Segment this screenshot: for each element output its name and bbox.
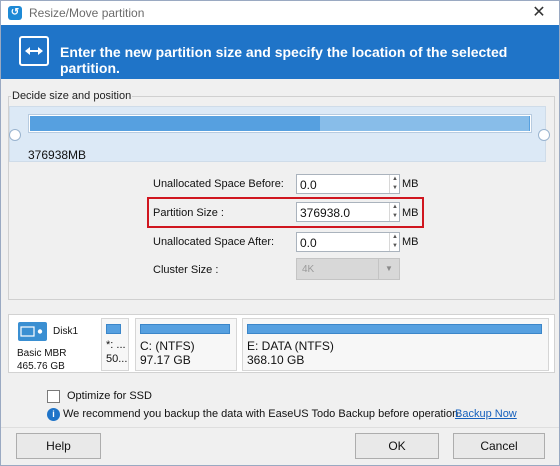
title-bar: ↺ Resize/Move partition ✕: [1, 1, 559, 25]
disk-total-size: 465.76 GB: [17, 361, 65, 372]
help-button[interactable]: Help: [16, 433, 101, 459]
partition-tile-e[interactable]: E: DATA (NTFS) 368.10 GB: [242, 318, 549, 371]
partition-size: 50...: [106, 353, 128, 365]
spin-up-icon[interactable]: ▲: [391, 203, 399, 212]
backup-recommendation-text: We recommend you backup the data with Ea…: [63, 408, 462, 420]
cluster-size-label: Cluster Size :: [153, 264, 219, 276]
banner-text: Enter the new partition size and specify…: [60, 44, 508, 76]
disk-type: Basic MBR: [17, 348, 67, 359]
partition-size: 97.17 GB: [140, 353, 191, 367]
easeus-app-icon: ↺: [8, 6, 22, 20]
right-resize-handle[interactable]: [538, 129, 550, 141]
partition-name: C: (NTFS): [140, 339, 195, 353]
unallocated-after-value: 0.0: [300, 236, 317, 250]
spin-down-icon[interactable]: ▼: [391, 184, 399, 193]
partition-name: E: DATA (NTFS): [247, 339, 334, 353]
spin-down-icon[interactable]: ▼: [391, 212, 399, 221]
spin-up-icon[interactable]: ▲: [391, 233, 399, 242]
resize-arrows-icon: [19, 36, 49, 66]
optimize-ssd-label[interactable]: Optimize for SSD: [67, 390, 152, 402]
partition-size: 368.10 GB: [247, 353, 305, 367]
cluster-size-select[interactable]: 4K ▼: [296, 258, 400, 280]
left-resize-handle[interactable]: [9, 129, 21, 141]
disk-icon: [18, 322, 47, 341]
partition-size-value: 376938.0: [300, 206, 351, 220]
partition-size-field-label: Partition Size :: [153, 207, 224, 219]
ok-button[interactable]: OK: [355, 433, 439, 459]
optimize-ssd-checkbox[interactable]: [47, 390, 60, 403]
unallocated-after-input[interactable]: 0.0 ▲ ▼: [296, 232, 400, 252]
unallocated-before-value: 0.0: [300, 178, 317, 192]
window-title: Resize/Move partition: [29, 6, 145, 20]
unallocated-before-unit: MB: [402, 178, 419, 190]
partition-usage-bar: [140, 324, 230, 334]
partition-name: *: ...: [106, 339, 126, 351]
spin-down-icon[interactable]: ▼: [391, 242, 399, 251]
resize-move-dialog: ↺ Resize/Move partition ✕ Enter the new …: [0, 0, 560, 466]
close-button[interactable]: ✕: [525, 2, 553, 24]
unallocated-before-label: Unallocated Space Before:: [153, 178, 284, 190]
unallocated-after-unit: MB: [402, 236, 419, 248]
backup-now-link[interactable]: Backup Now: [455, 408, 517, 420]
partition-size-input[interactable]: 376938.0 ▲ ▼: [296, 202, 400, 222]
cancel-button[interactable]: Cancel: [453, 433, 545, 459]
disk-name: Disk1: [53, 326, 79, 337]
partition-size-label: 376938MB: [28, 148, 87, 162]
partition-size-spinner[interactable]: ▲ ▼: [389, 203, 399, 221]
partition-usage-bar: [106, 324, 121, 334]
unallocated-after-spinner[interactable]: ▲ ▼: [389, 233, 399, 251]
chevron-down-icon[interactable]: ▼: [378, 259, 399, 279]
partition-tile-system[interactable]: *: ... 50...: [101, 318, 129, 371]
spin-up-icon[interactable]: ▲: [391, 175, 399, 184]
info-icon: i: [47, 408, 60, 421]
unallocated-before-spinner[interactable]: ▲ ▼: [389, 175, 399, 193]
unallocated-after-label: Unallocated Space After:: [153, 236, 275, 248]
group-label: Decide size and position: [11, 90, 133, 102]
partition-tile-c[interactable]: C: (NTFS) 97.17 GB: [135, 318, 237, 371]
unallocated-before-input[interactable]: 0.0 ▲ ▼: [296, 174, 400, 194]
instruction-banner: Enter the new partition size and specify…: [1, 25, 559, 79]
partition-bar-highlight: [320, 116, 529, 131]
cluster-size-value: 4K: [302, 264, 315, 275]
partition-usage-bar: [247, 324, 542, 334]
partition-size-unit: MB: [402, 207, 419, 219]
